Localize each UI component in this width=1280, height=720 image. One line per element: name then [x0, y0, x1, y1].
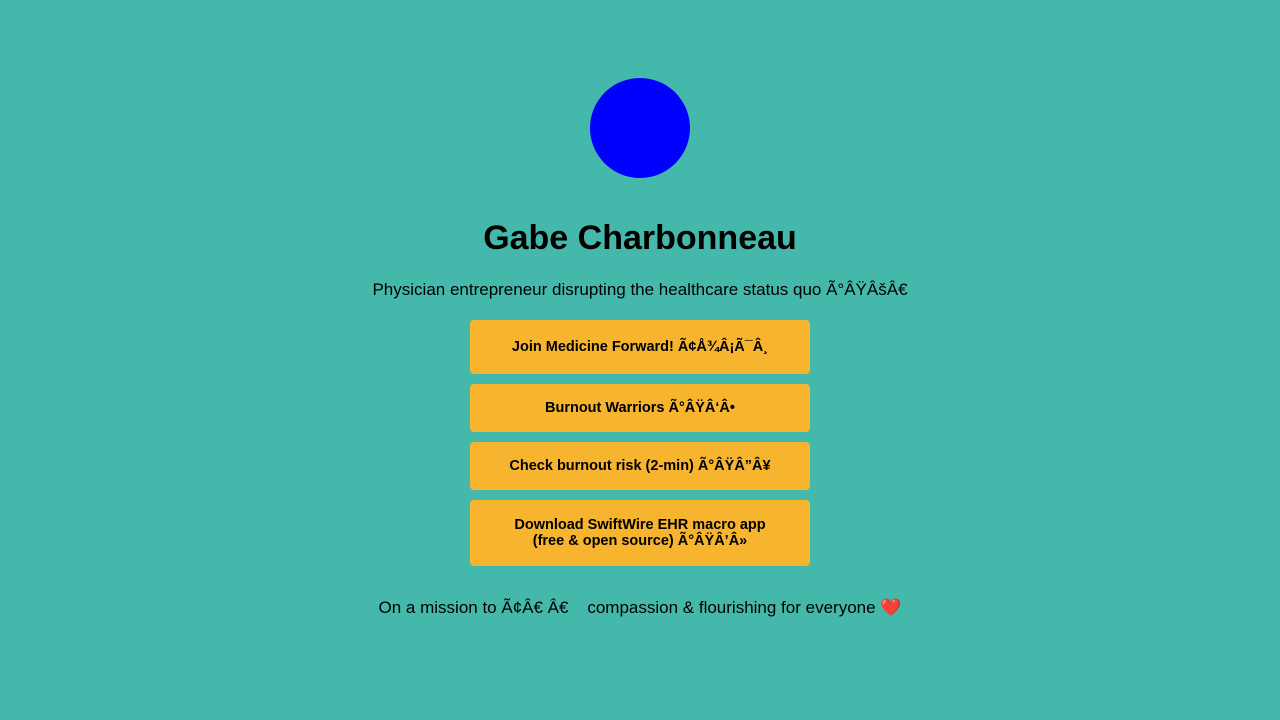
link-button-label: Burnout Warriors Ã°ÂŸÂ‘Â• — [545, 400, 735, 416]
link-button-medicine-forward[interactable]: Join Medicine Forward! Ã¢Å¾Â¡Ã¯Â¸ — [470, 320, 810, 374]
profile-name: Gabe Charbonneau — [483, 219, 797, 257]
avatar — [590, 78, 690, 178]
footer-mission: On a mission to Ã¢Â€ Â€ compassion & flo… — [0, 596, 1280, 620]
link-button-label: Download SwiftWire EHR macro app (free &… — [514, 517, 766, 549]
link-button-burnout-risk[interactable]: Check burnout risk (2-min) Ã°ÂŸÂ”Â¥ — [470, 442, 810, 490]
link-button-label: Join Medicine Forward! Ã¢Å¾Â¡Ã¯Â¸ — [511, 339, 769, 355]
link-button-label: Check burnout risk (2-min) Ã°ÂŸÂ”Â¥ — [509, 458, 771, 474]
profile-bio: Physician entrepreneur disrupting the he… — [372, 280, 908, 299]
heart-icon: ❤️ — [880, 598, 902, 617]
footer-text: On a mission to Ã¢Â€ Â€ compassion & flo… — [378, 598, 881, 617]
page: Gabe Charbonneau Physician entrepreneur … — [0, 0, 1280, 720]
link-list: Join Medicine Forward! Ã¢Å¾Â¡Ã¯Â¸ Burnou… — [470, 320, 810, 576]
link-button-burnout-warriors[interactable]: Burnout Warriors Ã°ÂŸÂ‘Â• — [470, 384, 810, 432]
link-button-swiftwire-download[interactable]: Download SwiftWire EHR macro app (free &… — [470, 500, 810, 566]
